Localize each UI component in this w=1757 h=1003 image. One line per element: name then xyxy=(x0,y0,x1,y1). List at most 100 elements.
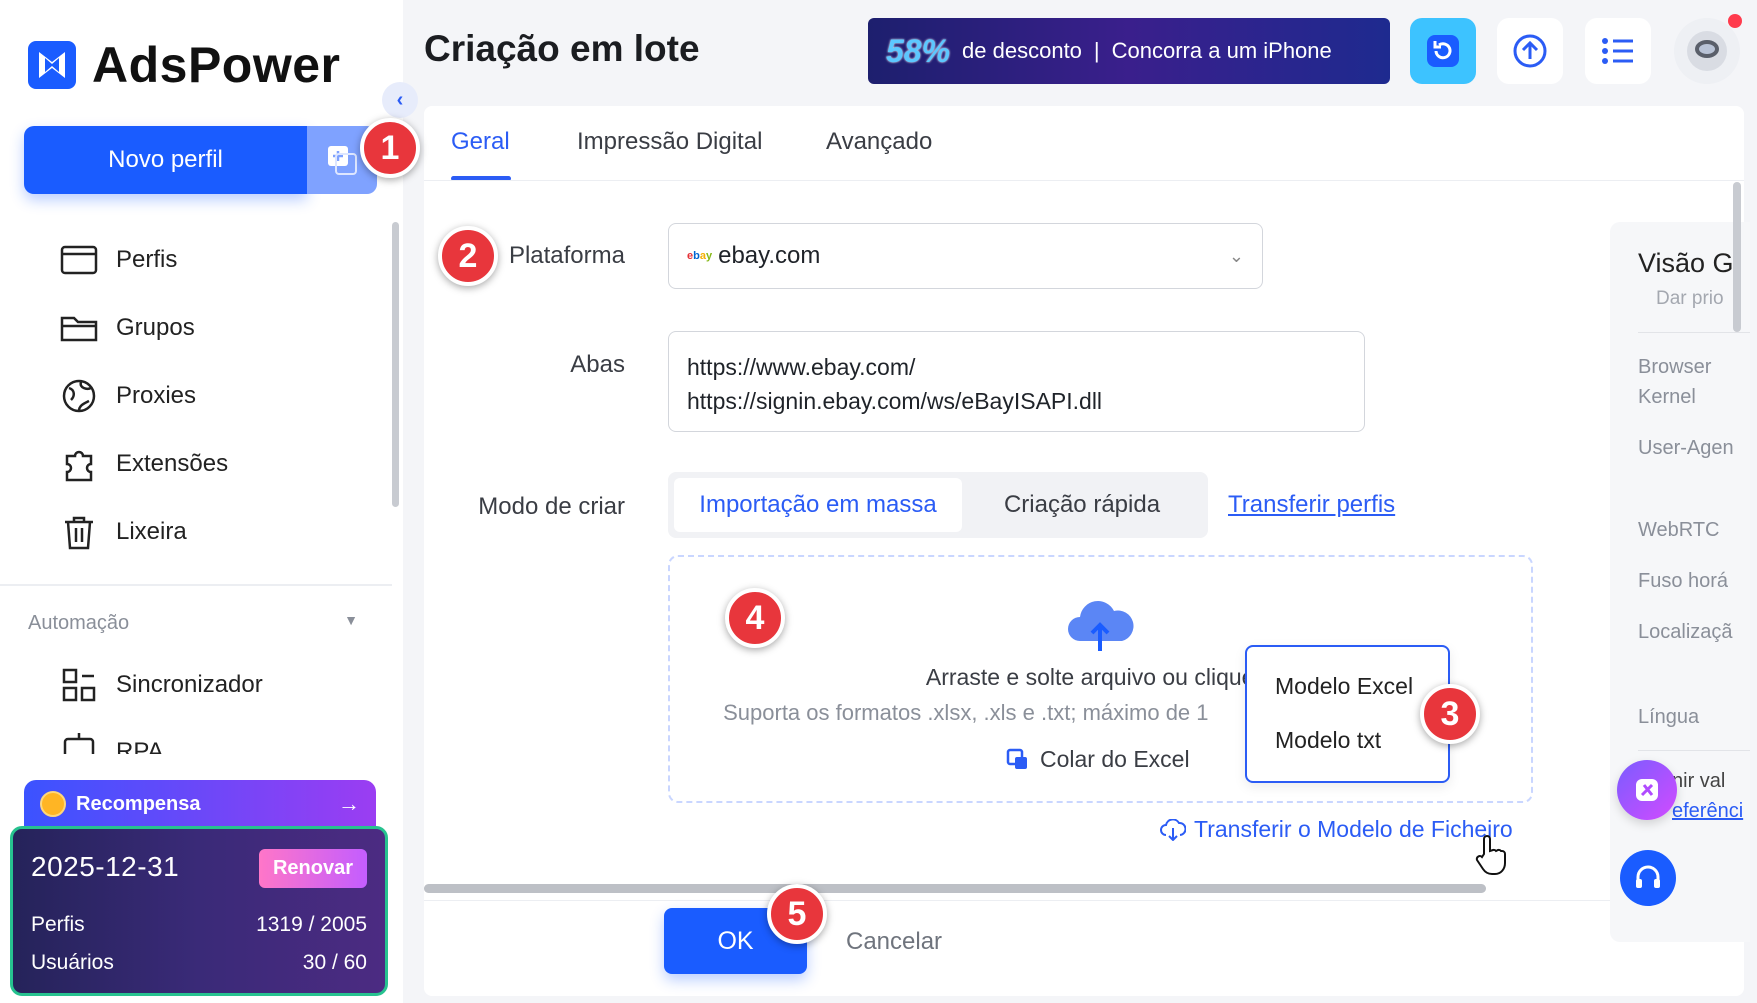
overview-subtitle: Dar prio xyxy=(1656,288,1724,309)
promo-text-discount: de desconto xyxy=(962,38,1082,63)
cloud-upload-icon xyxy=(1062,595,1138,658)
menu-item-txt-template[interactable]: Modelo txt xyxy=(1275,727,1448,781)
hand-cursor-icon xyxy=(1474,834,1506,881)
platform-select[interactable]: ebay ebay.com ⌄ xyxy=(668,223,1263,289)
sidebar-item-extensions[interactable]: Extensões xyxy=(60,439,380,489)
sidebar-item-label: Extensões xyxy=(116,450,229,477)
mode-quick-create[interactable]: Criação rápida xyxy=(962,478,1202,532)
tab-fingerprint[interactable]: Impressão Digital xyxy=(577,128,762,156)
profile-card-icon xyxy=(60,241,98,279)
tab-url-line: https://signin.ebay.com/ws/eBayISAPI.dll xyxy=(687,388,1103,414)
cancel-button[interactable]: Cancelar xyxy=(846,928,942,956)
paste-label: Colar do Excel xyxy=(1040,746,1190,772)
robot-icon xyxy=(60,728,98,754)
main-vertical-scrollbar[interactable] xyxy=(1733,182,1741,332)
download-template-label: Transferir o Modelo de Ficheiro xyxy=(1194,816,1513,842)
task-list-button[interactable] xyxy=(1585,18,1651,84)
sidebar-item-label: Perfis xyxy=(116,246,178,273)
avatar[interactable] xyxy=(1674,18,1740,84)
plan-profiles-value: 1319 / 2005 xyxy=(256,913,367,936)
reward-label: Recompensa xyxy=(76,792,201,815)
overview-reset-text: nir val xyxy=(1672,770,1726,792)
dropzone-formats-text: Suporta os formatos .xlsx, .xls e .txt; … xyxy=(723,700,1209,725)
overview-row-location: Localizaçã xyxy=(1638,621,1733,643)
overview-title: Visão G xyxy=(1638,248,1734,278)
upload-circle-icon xyxy=(1513,34,1547,68)
overview-preferences-link[interactable]: eferênci xyxy=(1672,796,1743,826)
sidebar-item-rpa[interactable]: RPA xyxy=(60,728,380,754)
promo-text-iphone: Concorra a um iPhone xyxy=(1111,38,1332,63)
tab-general[interactable]: Geral xyxy=(451,128,510,156)
sidebar-item-profiles[interactable]: Perfis xyxy=(60,235,380,285)
headset-icon xyxy=(1636,865,1660,888)
plan-users-label: Usuários xyxy=(31,951,114,974)
arrow-right-icon: → xyxy=(338,791,360,816)
folder-icon xyxy=(60,309,98,347)
trash-icon xyxy=(60,513,98,551)
overview-row-kernel: Kernel xyxy=(1638,386,1696,408)
paste-icon xyxy=(1006,748,1027,769)
overview-row-language: Língua xyxy=(1638,706,1700,728)
sidebar-item-label: Grupos xyxy=(116,314,195,341)
create-mode-toggle: Importação em massa Criação rápida xyxy=(668,472,1208,538)
plan-users-value: 30 / 60 xyxy=(302,951,367,974)
chevron-down-icon: ⌄ xyxy=(1228,245,1244,266)
automation-section-header[interactable]: Automação ▼ xyxy=(28,612,358,635)
refresh-button[interactable] xyxy=(1410,18,1476,84)
chevron-down-icon: ▼ xyxy=(344,612,358,628)
ebay-logo-icon: ebay xyxy=(687,250,713,262)
sidebar-scrollbar[interactable] xyxy=(392,222,399,507)
collapse-sidebar-button[interactable]: ‹ xyxy=(382,82,418,118)
page-title: Criação em lote xyxy=(424,28,700,69)
tabs-divider xyxy=(424,180,1744,181)
paste-from-excel-button[interactable]: Colar do Excel xyxy=(1006,746,1190,773)
reward-banner[interactable]: Recompensa → xyxy=(24,780,376,828)
upload-button[interactable] xyxy=(1497,18,1563,84)
adspower-logo-icon xyxy=(28,41,76,89)
astronaut-avatar-icon xyxy=(1687,31,1727,71)
sidebar-item-groups[interactable]: Grupos xyxy=(60,303,380,353)
sidebar-item-label: RPA xyxy=(116,738,164,754)
assistant-float-button[interactable] xyxy=(1617,760,1677,820)
sidebar-item-label: Lixeira xyxy=(116,518,187,545)
support-float-button[interactable] xyxy=(1620,850,1676,906)
overview-divider xyxy=(1638,332,1750,333)
app-name: AdsPower xyxy=(92,37,341,93)
step-marker-1: 1 xyxy=(360,118,420,178)
tabs-label: Abas xyxy=(570,351,625,378)
horizontal-scrollbar[interactable] xyxy=(424,884,1486,893)
step-marker-4: 4 xyxy=(725,588,785,648)
globe-icon xyxy=(60,377,98,415)
footer-divider xyxy=(424,900,1744,901)
automation-label: Automação xyxy=(28,612,130,634)
tab-advanced[interactable]: Avançado xyxy=(826,128,932,156)
puzzle-icon xyxy=(60,445,98,483)
sync-icon xyxy=(60,666,98,704)
promo-percent: 58% xyxy=(886,32,951,69)
sidebar-item-synchronizer[interactable]: Sincronizador xyxy=(60,660,380,710)
coin-icon xyxy=(40,791,66,817)
sidebar-item-trash[interactable]: Lixeira xyxy=(60,507,380,557)
platform-value: ebay.com xyxy=(718,242,821,269)
app-logo[interactable]: AdsPower xyxy=(28,36,341,94)
overview-panel: Visão G Dar prio Browser Kernel User-Age… xyxy=(1610,222,1750,942)
promo-banner[interactable]: 58% de desconto | Concorra a um iPhone xyxy=(868,18,1390,84)
plan-profiles-label: Perfis xyxy=(31,913,85,936)
plan-card: 2025-12-31 Renovar Perfis 1319 / 2005 Us… xyxy=(10,826,388,996)
overview-divider xyxy=(1638,750,1750,751)
step-marker-5: 5 xyxy=(767,884,827,944)
plan-profiles-row: Perfis 1319 / 2005 xyxy=(31,913,367,937)
overview-row-browser: Browser xyxy=(1638,356,1712,378)
tab-url-line: https://www.ebay.com/ xyxy=(687,354,916,380)
tabs-urls-textarea[interactable]: https://www.ebay.com/ https://signin.eba… xyxy=(668,331,1365,432)
sidebar-item-proxies[interactable]: Proxies xyxy=(60,371,380,421)
sidebar-item-label: Sincronizador xyxy=(116,671,263,698)
transfer-profiles-link[interactable]: Transferir perfis xyxy=(1228,491,1395,519)
mode-bulk-import[interactable]: Importação em massa xyxy=(674,478,962,532)
download-template-link[interactable]: Transferir o Modelo de Ficheiro xyxy=(1160,816,1513,843)
renew-button[interactable]: Renovar xyxy=(258,849,367,888)
overview-row-timezone: Fuso horá xyxy=(1638,570,1729,592)
plan-users-row: Usuários 30 / 60 xyxy=(31,951,367,975)
new-profile-button[interactable]: Novo perfil xyxy=(24,126,307,194)
step-marker-2: 2 xyxy=(438,226,498,286)
